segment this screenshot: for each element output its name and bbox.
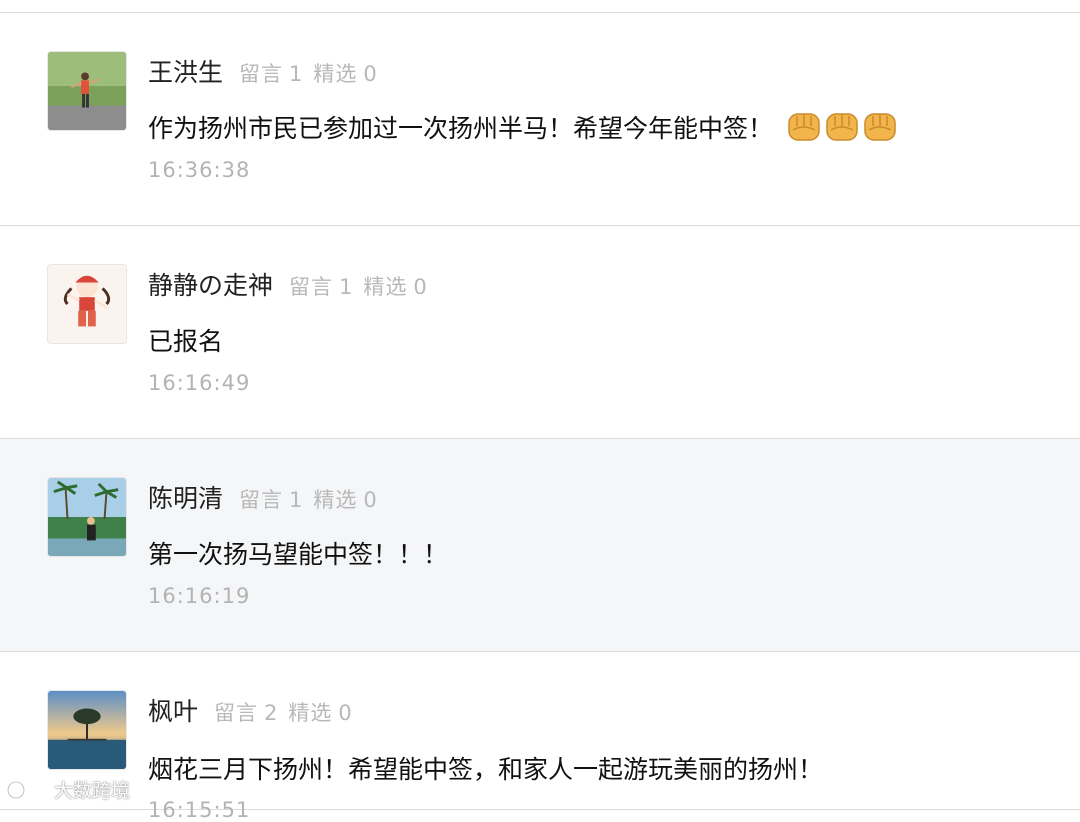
commenter-name[interactable]: 王洪生 xyxy=(148,53,223,89)
fist-emoji-icon xyxy=(787,110,899,150)
comment-stats: 留言 1 精选 0 xyxy=(239,488,378,512)
comment-text: 烟花三月下扬州！希望能中签，和家人一起游玩美丽的扬州！ xyxy=(148,755,824,784)
commenter-name[interactable]: 陈明清 xyxy=(148,479,223,515)
avatar[interactable] xyxy=(47,690,127,770)
comment-text-row: 作为扬州市民已参加过一次扬州半马！希望今年能中签！ xyxy=(148,109,899,150)
comment-text: 第一次扬马望能中签！！！ xyxy=(148,540,449,569)
comment-text: 作为扬州市民已参加过一次扬州半马！希望今年能中签！ xyxy=(148,114,774,143)
comment-stats: 留言 1 精选 0 xyxy=(239,62,378,86)
comment-item: 陈明清 留言 1 精选 0 第一次扬马望能中签！！！ 16:16:19 xyxy=(0,439,1080,652)
comment-item: 枫叶 留言 2 精选 0 烟花三月下扬州！希望能中签，和家人一起游玩美丽的扬州！ 16… xyxy=(0,652,1080,822)
comment-time: 16:36:38 xyxy=(148,158,251,182)
comment-time: 16:16:19 xyxy=(148,584,251,608)
comment-text: 已报名 xyxy=(148,327,224,356)
comment-stats: 留言 2 精选 0 xyxy=(214,701,353,725)
watermark: 大数跨境 xyxy=(6,776,130,803)
avatar[interactable] xyxy=(47,51,127,131)
logo-icon xyxy=(6,779,49,799)
commenter-name[interactable]: 枫叶 xyxy=(148,692,198,728)
avatar[interactable] xyxy=(47,477,127,557)
comment-stats: 留言 1 精选 0 xyxy=(289,275,428,299)
commenter-name[interactable]: 静静の走神 xyxy=(148,266,273,302)
comment-time: 16:16:49 xyxy=(148,371,251,395)
comment-item: 王洪生 留言1精选0 作为扬州市民已参加过一次扬州半马！希望今年能中签！ xyxy=(0,13,1080,226)
avatar[interactable] xyxy=(47,264,127,344)
watermark-text: 大数跨境 xyxy=(54,780,131,802)
comment-item: 静静の走神 留言 1 精选 0 已报名 16:16:49 xyxy=(0,226,1080,439)
comment-time: 16:15:51 xyxy=(148,798,251,822)
